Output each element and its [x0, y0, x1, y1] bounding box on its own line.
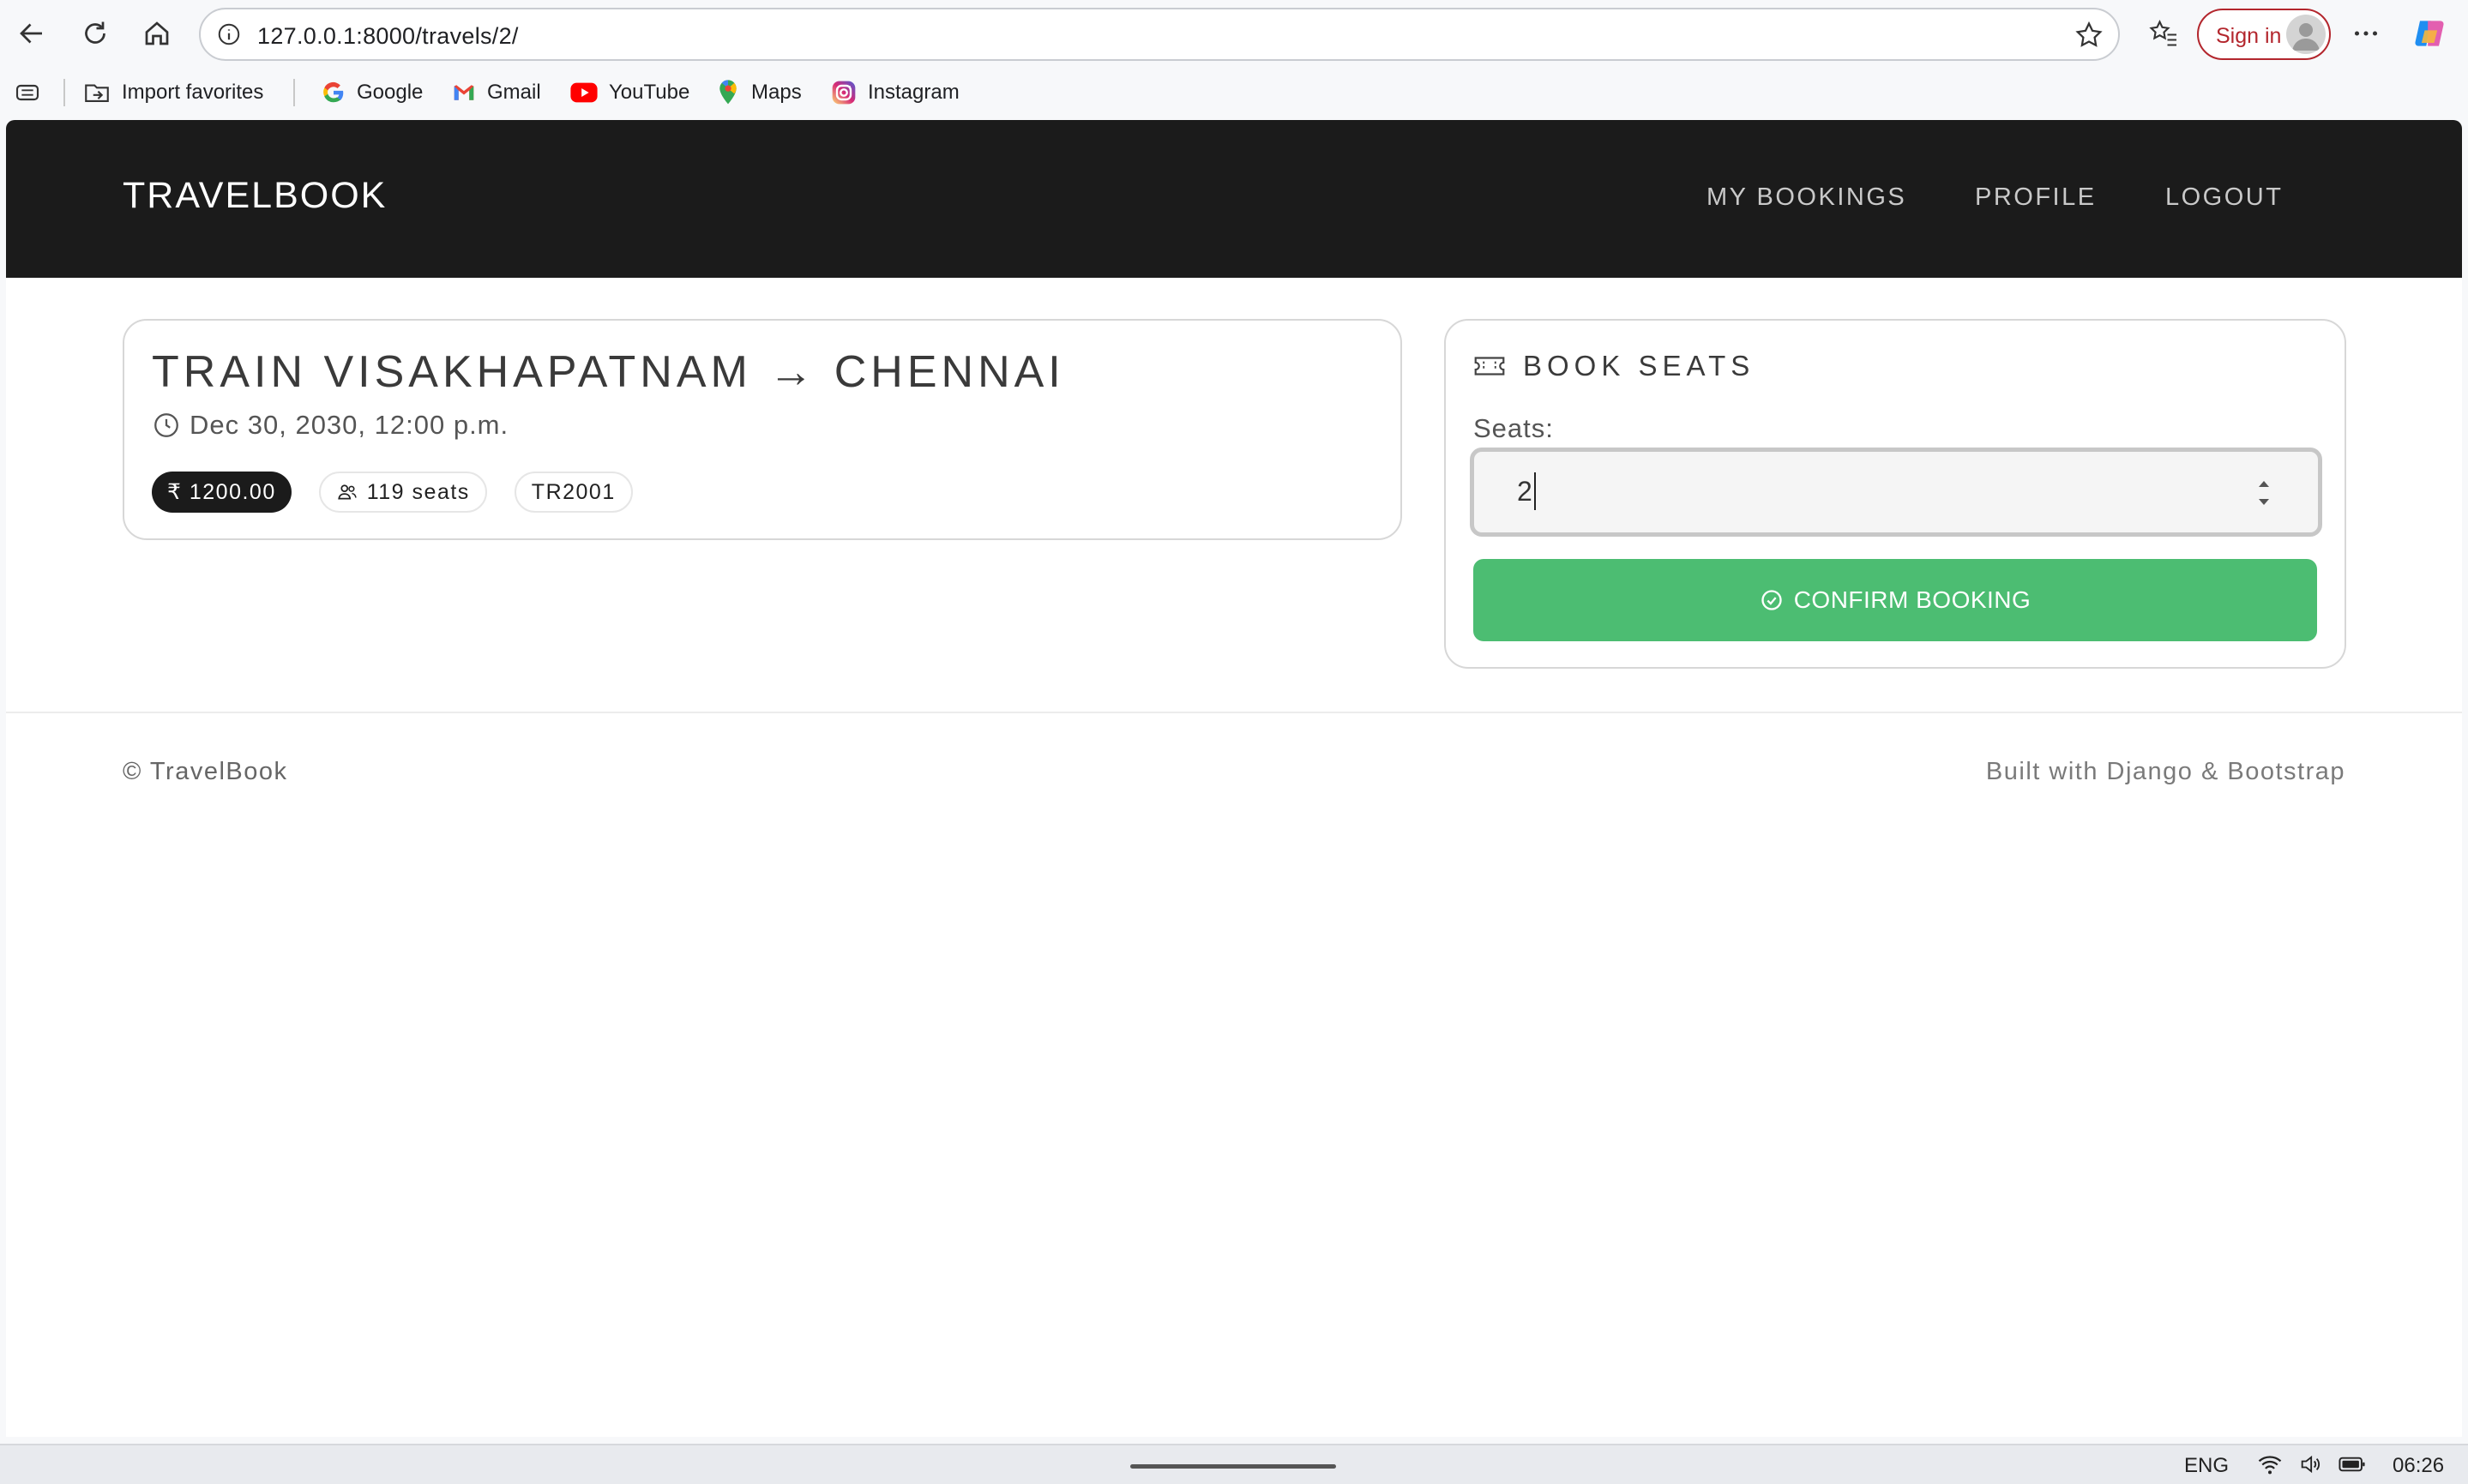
copilot-icon — [2415, 21, 2444, 46]
bookmark-label: Google — [357, 81, 424, 104]
seats-stepper[interactable] — [2256, 476, 2272, 510]
check-circle-icon — [1761, 590, 1782, 610]
footer-copyright: © TravelBook — [123, 758, 288, 785]
volume-icon — [2301, 1455, 2321, 1474]
reload-button[interactable] — [74, 12, 117, 55]
gmail-icon — [454, 85, 474, 100]
site-info-icon[interactable] — [216, 21, 242, 47]
book-seats-card: BOOK SEATS Seats: 2 CONFIRM BOOKING — [1444, 319, 2346, 669]
avatar-icon — [2286, 15, 2326, 54]
home-button[interactable] — [135, 12, 178, 55]
clock-icon — [154, 413, 178, 437]
language-indicator[interactable]: ENG — [2184, 1454, 2229, 1478]
nav-my-bookings[interactable]: MY BOOKINGS — [1707, 183, 1906, 212]
bookmark-label: Maps — [751, 81, 802, 104]
taskbar-handle[interactable] — [1130, 1464, 1336, 1469]
bookmark-import-favorites[interactable]: Import favorites — [82, 77, 263, 108]
trip-title: TRAIN VISAKHAPATNAM → CHENNAI — [152, 347, 1065, 397]
brand-link[interactable]: TRAVELBOOK — [123, 175, 387, 217]
trip-code-text: TR2001 — [531, 479, 616, 504]
browser-toolbar: 127.0.0.1:8000/travels/2/ Sign in — [0, 0, 2468, 69]
reload-icon — [85, 21, 105, 44]
trip-code-badge: TR2001 — [514, 472, 633, 513]
seats-label: Seats: — [1473, 413, 1554, 443]
seats-available-text: 119 seats — [366, 479, 470, 504]
bookmark-label: Import favorites — [122, 81, 264, 104]
wifi-icon — [2258, 1456, 2282, 1475]
bookmark-label: Instagram — [868, 81, 960, 104]
bookmarks-bar: Import favorites Google Gmail YouTube Ma… — [0, 69, 2468, 117]
home-icon — [145, 21, 169, 45]
favorites-button[interactable] — [2142, 12, 2185, 55]
instagram-icon — [832, 81, 856, 105]
tab-actions-icon — [15, 84, 39, 101]
back-arrow-icon — [20, 23, 42, 44]
trip-details-card: TRAIN VISAKHAPATNAM → CHENNAI Dec 30, 20… — [123, 319, 1402, 540]
nav-logout[interactable]: LOGOUT — [2165, 183, 2283, 212]
favorites-icon — [2149, 20, 2176, 46]
nav-profile[interactable]: PROFILE — [1975, 183, 2097, 212]
people-icon — [337, 484, 357, 500]
footer-divider — [6, 712, 2462, 713]
bookmarks-divider — [63, 79, 65, 106]
site-navbar: TRAVELBOOK MY BOOKINGS PROFILE LOGOUT — [6, 120, 2462, 278]
confirm-booking-label: CONFIRM BOOKING — [1793, 586, 2032, 613]
trip-datetime: Dec 30, 2030, 12:00 p.m. — [152, 410, 509, 441]
price-badge: ₹ 1200.00 — [152, 472, 292, 513]
book-seats-title: BOOK SEATS — [1523, 350, 1755, 382]
os-taskbar: ENG 06:26 — [0, 1444, 2468, 1484]
google-icon — [323, 81, 344, 103]
back-button[interactable] — [10, 12, 53, 55]
favorite-star-icon[interactable] — [2074, 20, 2104, 51]
book-seats-heading: BOOK SEATS — [1473, 350, 1755, 382]
tab-actions-button[interactable] — [14, 77, 41, 108]
copilot-button[interactable] — [2408, 12, 2451, 55]
bookmark-label: YouTube — [609, 81, 690, 104]
footer-credits: Built with Django & Bootstrap — [1985, 758, 2345, 785]
address-bar[interactable]: 127.0.0.1:8000/travels/2/ — [199, 8, 2120, 61]
seats-badge: 119 seats — [318, 472, 487, 513]
price-text: ₹ 1200.00 — [167, 480, 276, 504]
more-dots-icon — [2354, 31, 2378, 36]
bookmark-gmail[interactable]: Gmail — [451, 77, 541, 108]
seats-input-value[interactable]: 2 — [1517, 476, 1532, 508]
trip-badges: ₹ 1200.00 119 seats TR2001 — [152, 472, 633, 513]
maps-icon — [719, 80, 737, 105]
ticket-icon — [1474, 357, 1505, 376]
sign-in-button[interactable]: Sign in — [2197, 9, 2331, 60]
bookmark-youtube[interactable]: YouTube — [569, 77, 689, 108]
bookmark-maps[interactable]: Maps — [715, 77, 802, 108]
bookmark-google[interactable]: Google — [321, 77, 423, 108]
battery-icon — [2339, 1457, 2365, 1472]
youtube-icon — [570, 82, 598, 103]
clock-time[interactable]: 06:26 — [2393, 1454, 2444, 1478]
confirm-booking-button[interactable]: CONFIRM BOOKING — [1473, 559, 2317, 641]
sign-in-label: Sign in — [2216, 24, 2282, 48]
text-caret — [1534, 472, 1536, 510]
seats-input[interactable]: 2 — [1470, 448, 2322, 537]
trip-datetime-text: Dec 30, 2030, 12:00 p.m. — [190, 410, 509, 440]
url-text[interactable]: 127.0.0.1:8000/travels/2/ — [257, 23, 519, 50]
more-button[interactable] — [2345, 12, 2387, 55]
bookmark-label: Gmail — [487, 81, 541, 104]
system-tray[interactable] — [2257, 1452, 2367, 1476]
stepper-arrows-icon — [2259, 481, 2269, 505]
page-viewport: TRAVELBOOK MY BOOKINGS PROFILE LOGOUT TR… — [6, 120, 2462, 1437]
bookmarks-divider — [293, 79, 295, 106]
bookmark-instagram[interactable]: Instagram — [830, 77, 960, 108]
import-favorites-icon — [85, 84, 109, 102]
